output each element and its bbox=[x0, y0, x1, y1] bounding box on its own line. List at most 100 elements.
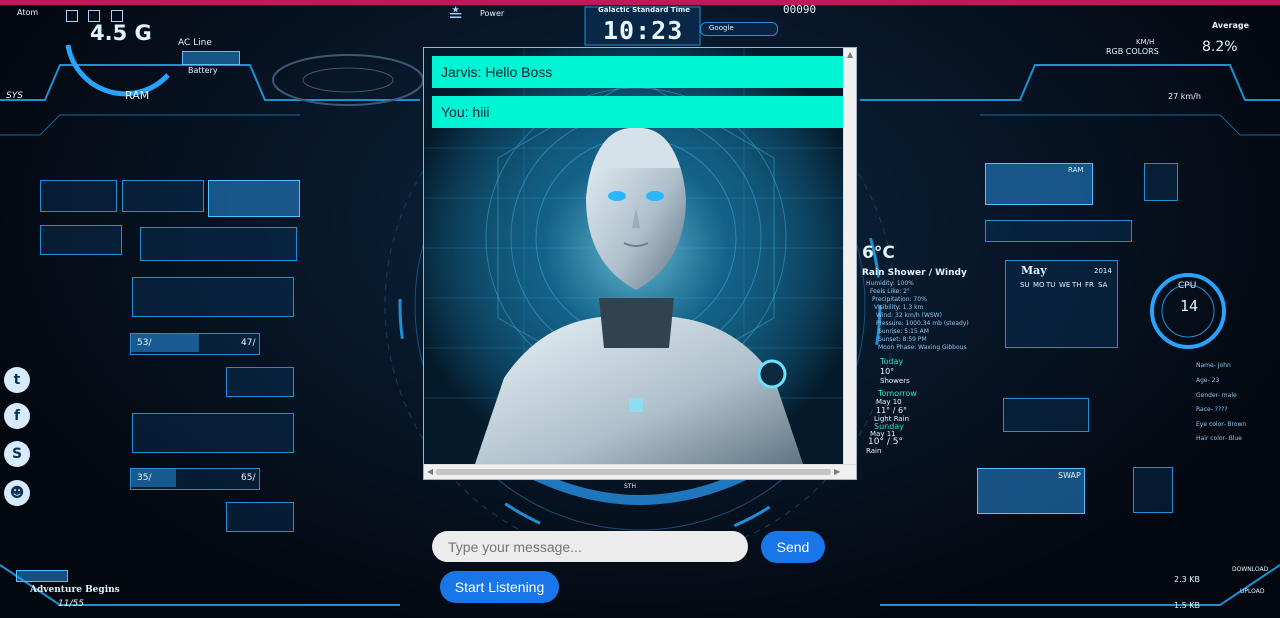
weather-detail: Feels Like: 2° bbox=[870, 288, 910, 295]
left-cpu-panel bbox=[40, 225, 122, 255]
galactic-time-label: Galactic Standard Time bbox=[598, 6, 691, 14]
battery-label: Battery bbox=[188, 66, 218, 75]
swap-label: SWAP bbox=[1058, 471, 1081, 480]
chat-message-user: You: hiii bbox=[432, 96, 847, 128]
scroll-up-icon[interactable]: ▲ bbox=[847, 50, 853, 59]
sunday-temp: 10° / 5° bbox=[868, 437, 903, 447]
ac-line-label: AC Line bbox=[178, 38, 212, 48]
today-cond: Showers bbox=[880, 377, 910, 385]
profile-age: Age- 23 bbox=[1196, 377, 1220, 384]
sunday-cond: Rain bbox=[866, 447, 882, 455]
today-label: Today bbox=[880, 357, 904, 366]
weather-title: Rain Shower / Windy bbox=[862, 268, 967, 278]
disk2-percent-right: 65/ bbox=[241, 473, 256, 483]
right-swap-panel-bg bbox=[985, 220, 1132, 242]
left-memory-panel bbox=[140, 227, 297, 261]
start-listening-button[interactable]: Start Listening bbox=[440, 571, 559, 603]
cpu-label: CPU bbox=[1178, 281, 1197, 291]
download-rate: 2.3 KB bbox=[1174, 575, 1200, 584]
disk2-percent: 35/ bbox=[137, 473, 152, 483]
horizontal-scroll-thumb[interactable] bbox=[436, 469, 831, 475]
message-input[interactable] bbox=[432, 531, 748, 562]
disk2-panel bbox=[132, 413, 294, 453]
disk1-percent-right: 47/ bbox=[241, 338, 256, 348]
disk2-stats bbox=[226, 502, 294, 532]
skype-icon[interactable]: S bbox=[4, 441, 30, 467]
adventure-date: 11/55 bbox=[58, 599, 84, 609]
download-label: DOWNLOAD bbox=[1232, 566, 1269, 573]
average-label: Average bbox=[1212, 21, 1250, 30]
left-graph-panel bbox=[122, 180, 204, 212]
atom-label: Atom bbox=[17, 8, 39, 17]
calendar-day: SU bbox=[1020, 281, 1030, 289]
weather-detail: Humidity: 100% bbox=[866, 280, 914, 287]
weather-detail: Moon Phase: Waxing Gibbous bbox=[878, 344, 967, 351]
tomorrow-label: Tomorrow bbox=[878, 389, 917, 398]
weather-detail: Wind: 32 km/h (WSW) bbox=[876, 312, 942, 319]
calendar-day: MO bbox=[1033, 281, 1045, 289]
left-sysinfo-panel bbox=[40, 180, 117, 212]
send-button[interactable]: Send bbox=[761, 531, 825, 563]
profile-gender: Gender- male bbox=[1196, 392, 1237, 399]
profile-name: Name- John bbox=[1196, 362, 1231, 369]
google-search-box[interactable]: Google bbox=[700, 22, 778, 36]
window-icons bbox=[66, 9, 136, 22]
calendar-day: TH bbox=[1072, 281, 1082, 289]
calendar-year: 2014 bbox=[1094, 267, 1112, 275]
weather-detail: Pressure: 1000.34 mb (steady) bbox=[876, 320, 969, 327]
calendar-day: TU bbox=[1046, 281, 1056, 289]
adventure-label: Adventure Begins bbox=[30, 585, 120, 595]
cpu-value: 14 bbox=[1180, 297, 1199, 315]
battery-bar bbox=[182, 51, 240, 65]
right-ram-label: RAM bbox=[1068, 166, 1084, 174]
vertical-scrollbar[interactable]: ▲ bbox=[843, 48, 856, 467]
cpu-temp-panel bbox=[1003, 398, 1089, 432]
google-label: Google bbox=[709, 24, 734, 32]
upload-label: UPLOAD bbox=[1240, 588, 1265, 595]
users-icon[interactable]: ☻ bbox=[4, 480, 30, 506]
ram-label: RAM bbox=[125, 89, 150, 102]
upload-rate: 1.5 KB bbox=[1174, 601, 1200, 610]
right-ram-panel: RAM bbox=[985, 163, 1093, 205]
calendar-panel: May 2014 SU MO TU WE TH FR SA bbox=[1005, 260, 1118, 348]
today-temp: 10° bbox=[880, 367, 895, 376]
tomorrow-temp: 11° / 6° bbox=[876, 406, 908, 415]
temperature: 6°C bbox=[862, 243, 895, 263]
average-value: 8.2% bbox=[1202, 39, 1238, 55]
calendar-month: May bbox=[1021, 264, 1047, 277]
chat-window: Jarvis: Hello Boss You: hiii ▲ ◀ ▶ bbox=[423, 47, 857, 480]
clock-display: 10:23 bbox=[603, 16, 684, 45]
facebook-icon[interactable]: f bbox=[4, 403, 30, 429]
left-bar-panel bbox=[208, 180, 300, 217]
rgb-colors-label: RGB COLORS bbox=[1106, 47, 1159, 56]
twitter-icon[interactable]: t bbox=[4, 367, 30, 393]
right-bottom-panel bbox=[1133, 467, 1173, 513]
kmh-label: KM/H bbox=[1136, 38, 1155, 46]
power-chevron-icon[interactable]: ≛ bbox=[448, 5, 463, 26]
tomorrow-date: May 10 bbox=[876, 398, 902, 406]
right-small-panel bbox=[1144, 163, 1178, 201]
disk1-percent: 53/ bbox=[137, 338, 152, 348]
calendar-day: WE bbox=[1059, 281, 1071, 289]
counter-display: 00090 bbox=[783, 5, 817, 16]
disk1-usage-bar: 53/ 47/ bbox=[130, 333, 260, 355]
scroll-left-icon[interactable]: ◀ bbox=[427, 467, 433, 476]
sys-label: SYS bbox=[6, 91, 23, 101]
horizontal-scrollbar[interactable]: ◀ ▶ bbox=[424, 464, 856, 479]
disk1-stats bbox=[226, 367, 294, 397]
calendar-day: FR bbox=[1085, 281, 1094, 289]
disk2-usage-bar: 35/ 65/ bbox=[130, 468, 260, 490]
weather-detail: Sunset: 8:59 PM bbox=[878, 336, 927, 343]
profile-race: Race- ???? bbox=[1196, 406, 1228, 413]
chat-message-jarvis: Jarvis: Hello Boss bbox=[432, 56, 847, 88]
calendar-day: SA bbox=[1098, 281, 1108, 289]
scroll-right-icon[interactable]: ▶ bbox=[834, 467, 840, 476]
profile-eye-color: Eye color- Brown bbox=[1196, 421, 1247, 428]
wind-speed: 27 km/h bbox=[1168, 92, 1201, 101]
adventure-bar bbox=[16, 570, 68, 582]
sth-label: STH bbox=[624, 483, 636, 490]
disk1-panel bbox=[132, 277, 294, 317]
profile-hair-color: Hair color- Blue bbox=[1196, 435, 1242, 442]
power-label: Power bbox=[480, 9, 505, 18]
weather-detail: Visibility: 1.3 km bbox=[874, 304, 924, 311]
